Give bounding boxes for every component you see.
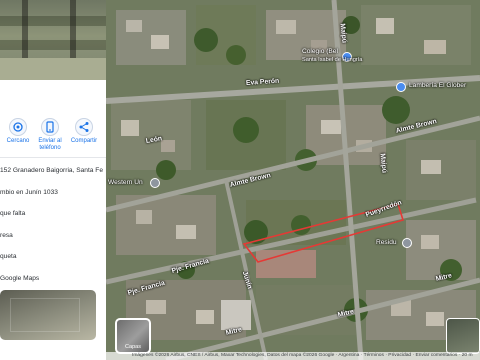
place-info-list: 152 Granadero Baigorria, Santa Fe mbio e…: [0, 162, 106, 291]
layers-label: Capas: [125, 344, 141, 350]
send-to-phone-button[interactable]: Enviar al teléfono: [34, 118, 66, 154]
info-row[interactable]: queta: [0, 248, 106, 270]
photo-pole: [70, 0, 76, 60]
thumbnail-frame: [10, 298, 80, 332]
share-button[interactable]: Compartir: [66, 118, 102, 154]
share-label: Compartir: [70, 138, 98, 144]
info-text: queta: [0, 253, 17, 260]
info-text: resa: [0, 231, 13, 239]
info-text: Google Maps: [0, 274, 40, 282]
store-pin-icon[interactable]: [396, 82, 406, 92]
poi-label-colegio[interactable]: Colegio (Bel: [302, 48, 338, 55]
send-to-phone-icon: [41, 118, 59, 136]
send-to-phone-label: Enviar al teléfono: [38, 138, 62, 151]
share-icon: [75, 118, 93, 136]
poi-label-lamberia[interactable]: Lambería El Glober: [409, 82, 466, 89]
info-row[interactable]: mbio en Junín 1033: [0, 184, 106, 206]
info-text: mbio en Junín 1033: [0, 188, 58, 196]
poi-label-colegio-sub[interactable]: Santa Isabel de Hungría: [302, 57, 362, 63]
nearby-icon: [9, 118, 27, 136]
nearby-button[interactable]: Cercano: [2, 118, 34, 154]
map-imagery: [106, 0, 480, 360]
poi-label-resido[interactable]: Residu: [376, 239, 397, 246]
section-divider: [0, 157, 106, 158]
info-text: que falta: [0, 210, 26, 217]
photo-ground: [0, 58, 106, 80]
info-row[interactable]: resa: [0, 227, 106, 249]
info-row[interactable]: Google Maps: [0, 270, 106, 292]
place-details-panel: Cercano Enviar al teléfono Compartir 152…: [0, 0, 106, 360]
photo-pole: [22, 0, 28, 60]
money-transfer-pin-icon[interactable]: [150, 178, 160, 188]
photo-wall-stripe: [0, 40, 106, 50]
satellite-map[interactable]: Eva Perón Almte Brown Almte Brown Maipú …: [106, 0, 480, 360]
map-attribution: Imágenes ©2026 Airbus, CNES / Airbus, Ma…: [106, 352, 480, 360]
info-row[interactable]: que falta: [0, 205, 106, 227]
address-row[interactable]: 152 Granadero Baigorria, Santa Fe: [0, 162, 106, 184]
layers-button[interactable]: Capas: [115, 318, 151, 354]
residence-pin-icon[interactable]: [402, 238, 412, 248]
place-photo[interactable]: [0, 0, 106, 80]
poi-label-western[interactable]: Western Un: [108, 179, 143, 186]
address-text: 152 Granadero Baigorria, Santa Fe: [0, 167, 103, 174]
nearby-label: Cercano: [6, 138, 30, 144]
action-bar: Cercano Enviar al teléfono Compartir: [0, 118, 106, 154]
photo-wall-stripe: [0, 16, 106, 26]
photo-thumbnail[interactable]: [0, 290, 96, 340]
street-view-thumbnail[interactable]: [446, 318, 480, 354]
